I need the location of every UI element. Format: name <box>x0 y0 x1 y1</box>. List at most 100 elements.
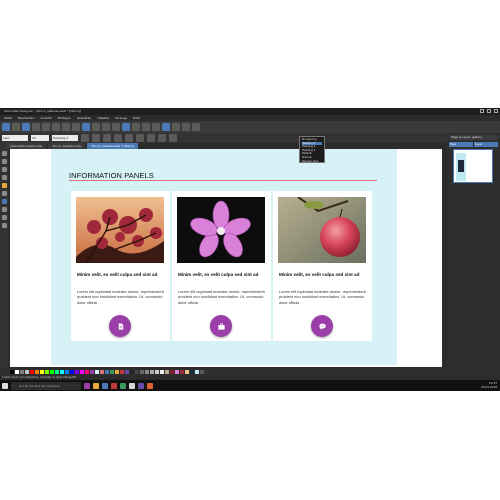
app-icon-5[interactable] <box>147 382 153 389</box>
photo-tool-icon-left[interactable] <box>1 215 7 220</box>
info-card[interactable]: Minim velit, ex velit culpa sed sint ad … <box>71 191 170 341</box>
info-card[interactable]: Minim velit, ex velit culpa sed sint ad … <box>273 191 372 341</box>
contour-tool-icon[interactable] <box>1 159 7 164</box>
bold-icon[interactable] <box>81 134 89 142</box>
redo-icon[interactable] <box>72 123 80 131</box>
card-button[interactable] <box>311 315 333 337</box>
color-swatch[interactable] <box>175 369 179 374</box>
color-swatch[interactable] <box>20 369 24 374</box>
color-swatch[interactable] <box>200 369 204 374</box>
color-swatch[interactable] <box>165 369 169 374</box>
color-swatch[interactable] <box>155 369 159 374</box>
color-swatch[interactable] <box>160 369 164 374</box>
color-swatch[interactable] <box>130 369 134 374</box>
color-swatch[interactable] <box>45 369 49 374</box>
color-swatch[interactable] <box>185 369 189 374</box>
export-icon[interactable] <box>122 123 130 131</box>
group-icon[interactable] <box>142 123 150 131</box>
color-swatch[interactable] <box>50 369 54 374</box>
align-icon[interactable] <box>132 123 140 131</box>
font-size-select[interactable]: 22 <box>31 135 49 141</box>
grid-icon[interactable] <box>112 123 120 131</box>
open-icon[interactable] <box>12 123 20 131</box>
color-swatch[interactable] <box>170 369 174 374</box>
color-swatch[interactable] <box>205 369 209 374</box>
color-swatch[interactable] <box>40 369 44 374</box>
fill-tool-icon[interactable] <box>1 191 7 196</box>
app-icon[interactable] <box>84 382 90 389</box>
taskbar-clock[interactable]: 14:37 20.09.2018 <box>481 381 497 389</box>
color-swatch[interactable] <box>80 369 84 374</box>
minimize-icon[interactable] <box>480 109 484 113</box>
color-swatch[interactable] <box>10 369 14 374</box>
photo-tool-icon[interactable] <box>192 123 200 131</box>
save-icon[interactable] <box>22 123 30 131</box>
bullet-list-icon[interactable] <box>158 134 166 142</box>
maximize-icon[interactable] <box>487 109 491 113</box>
zoom-icon[interactable] <box>102 123 110 131</box>
color-swatch[interactable] <box>190 369 194 374</box>
app-icon-4[interactable] <box>138 382 144 389</box>
publish-icon[interactable] <box>92 123 100 131</box>
explorer-icon[interactable] <box>93 382 99 389</box>
tab-page[interactable]: Page <box>449 142 473 147</box>
color-swatch[interactable] <box>140 369 144 374</box>
dropdown-option[interactable]: Regular text <box>302 160 322 164</box>
info-card[interactable]: Minim velit, ex velit culpa sed sint ad … <box>172 191 271 341</box>
color-swatch[interactable] <box>75 369 79 374</box>
transparency-tool-icon[interactable] <box>1 199 7 204</box>
color-swatch[interactable] <box>110 369 114 374</box>
windows-start-icon[interactable] <box>2 382 8 389</box>
copy-icon[interactable] <box>42 123 50 131</box>
color-swatch[interactable] <box>135 369 139 374</box>
close-icon[interactable] <box>494 109 498 113</box>
link-icon[interactable] <box>182 123 190 131</box>
color-swatch[interactable] <box>35 369 39 374</box>
new-document-icon[interactable] <box>2 123 10 131</box>
app-icon-3[interactable] <box>120 382 126 389</box>
color-swatch[interactable] <box>65 369 69 374</box>
align-left-icon[interactable] <box>114 134 122 142</box>
underline-icon[interactable] <box>103 134 111 142</box>
color-swatch[interactable] <box>55 369 59 374</box>
color-swatch[interactable] <box>125 369 129 374</box>
font-select[interactable]: Lato <box>2 135 28 141</box>
cut-icon[interactable] <box>32 123 40 131</box>
website-properties-icon[interactable] <box>162 123 170 131</box>
shape-tool-icon[interactable] <box>1 175 7 180</box>
selector-tool-icon[interactable] <box>1 151 7 156</box>
color-swatch[interactable] <box>95 369 99 374</box>
undo-icon[interactable] <box>62 123 70 131</box>
design-canvas[interactable]: INFORMATION PANELS Minim velit, ex velit… <box>10 149 442 367</box>
shadow-tool-icon[interactable] <box>1 207 7 212</box>
indent-icon[interactable] <box>169 134 177 142</box>
text-style-dropdown[interactable]: No Spacing Heading 1 Heading 2 Heading 3… <box>299 136 325 163</box>
text-tool-icon-left[interactable] <box>1 183 7 188</box>
color-swatch[interactable] <box>150 369 154 374</box>
color-swatch[interactable] <box>105 369 109 374</box>
pen-tool-icon[interactable] <box>1 167 7 172</box>
color-swatch[interactable] <box>90 369 94 374</box>
color-swatch[interactable] <box>115 369 119 374</box>
paste-icon[interactable] <box>52 123 60 131</box>
text-tool-icon[interactable] <box>172 123 180 131</box>
zoom-tool-icon[interactable] <box>1 223 7 228</box>
justify-icon[interactable] <box>147 134 155 142</box>
color-swatch[interactable] <box>100 369 104 374</box>
color-swatch[interactable] <box>15 369 19 374</box>
app-icon-2[interactable] <box>111 382 117 389</box>
color-swatch[interactable] <box>70 369 74 374</box>
taskbar-search[interactable]: Zur Suche Text hier eingeben <box>11 381 81 390</box>
align-right-icon[interactable] <box>136 134 144 142</box>
align-center-icon[interactable] <box>125 134 133 142</box>
arrange-icon[interactable] <box>152 123 160 131</box>
tab-layer[interactable]: Layer <box>474 142 498 147</box>
italic-icon[interactable] <box>92 134 100 142</box>
page-heading[interactable]: INFORMATION PANELS <box>69 171 154 180</box>
xara-icon[interactable] <box>129 382 135 389</box>
color-swatch[interactable] <box>60 369 64 374</box>
color-swatch[interactable] <box>145 369 149 374</box>
color-swatch[interactable] <box>85 369 89 374</box>
page-thumbnail[interactable] <box>453 149 493 183</box>
text-style-select[interactable]: Heading 3 <box>52 135 78 141</box>
